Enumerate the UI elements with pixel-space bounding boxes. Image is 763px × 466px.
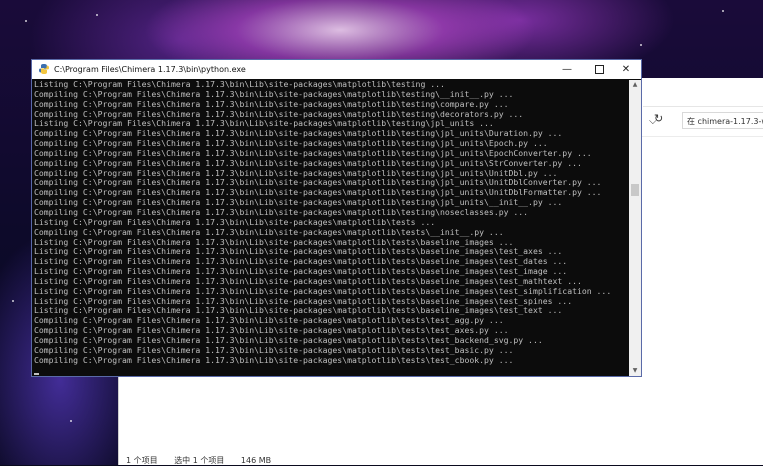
console-cursor-line: [34, 365, 628, 376]
vertical-scrollbar[interactable]: ▲ ▼: [629, 80, 641, 376]
star: [12, 300, 14, 302]
star: [722, 10, 724, 12]
minimize-button[interactable]: —: [552, 60, 582, 79]
star: [25, 20, 27, 22]
console-window[interactable]: C:\Program Files\Chimera 1.17.3\bin\pyth…: [31, 59, 642, 377]
scroll-thumb[interactable]: [631, 184, 639, 196]
star: [70, 420, 72, 422]
search-input[interactable]: 在 chimera-1.17.3-win: [682, 112, 763, 129]
status-bar: 1 个项目 选中 1 个项目 146 MB: [126, 455, 285, 466]
star: [640, 44, 642, 46]
maximize-button[interactable]: [584, 60, 614, 79]
window-title: C:\Program Files\Chimera 1.17.3\bin\pyth…: [54, 65, 246, 74]
scroll-up-icon[interactable]: ▲: [629, 80, 641, 90]
text-cursor: [34, 373, 39, 376]
console-output[interactable]: Listing C:\Program Files\Chimera 1.17.3\…: [34, 80, 628, 376]
refresh-icon[interactable]: ↻: [654, 112, 663, 125]
status-item-count: 1 个项目: [126, 456, 158, 465]
status-size: 146 MB: [240, 456, 272, 465]
explorer-toolbar-area: [643, 82, 763, 107]
python-icon: [39, 64, 49, 74]
console-line: Compiling C:\Program Files\Chimera 1.17.…: [34, 354, 514, 365]
title-bar[interactable]: C:\Program Files\Chimera 1.17.3\bin\pyth…: [32, 60, 641, 79]
status-selected: 选中 1 个项目: [174, 456, 225, 465]
maximize-icon: [594, 64, 604, 74]
close-button[interactable]: ✕: [611, 60, 641, 79]
scroll-down-icon[interactable]: ▼: [629, 366, 641, 376]
star: [96, 14, 98, 16]
